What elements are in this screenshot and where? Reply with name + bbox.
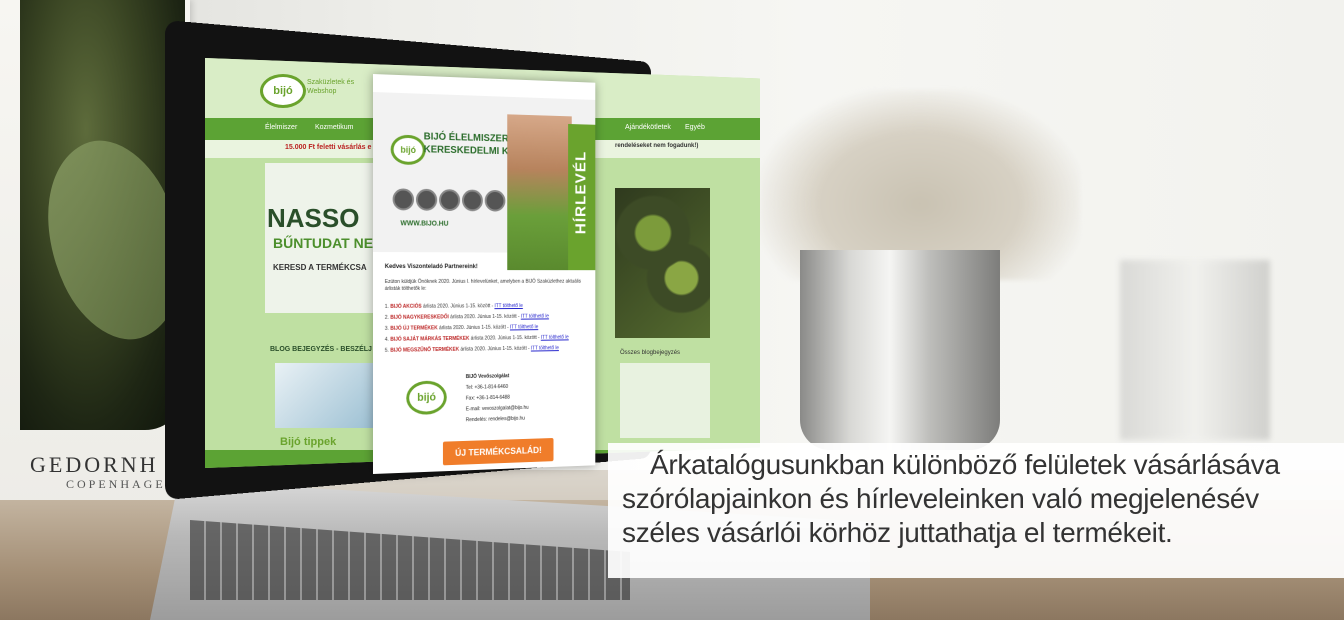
promo-text: 15.000 Ft feletti vásárlás e xyxy=(285,144,371,151)
item-name: BIJÓ ÚJ TERMÉKEK xyxy=(390,325,437,331)
item-text: árlista 2020. Június 1-15. között - xyxy=(469,335,540,342)
badge-icon xyxy=(416,189,437,211)
badge-icon xyxy=(485,190,506,212)
caption-line-1: Árkatalógusunkban különböző felületek vá… xyxy=(650,449,1280,481)
download-link[interactable]: ITT tölthető le xyxy=(531,345,559,351)
nav-item-elelmiszer[interactable]: Élelmiszer xyxy=(265,124,297,131)
award-badges xyxy=(393,188,508,211)
poster-brand: GEDORNH xyxy=(30,452,159,478)
item-name: BIJÓ MEGSZŰNŐ TERMÉKEK xyxy=(390,347,459,354)
caption-line-3: széles vásárlói körhöz juttathatja el te… xyxy=(622,517,1173,549)
item-text: árlista 2020. Június 1-15. között - xyxy=(422,303,495,309)
download-link[interactable]: ITT tölthető le xyxy=(494,303,522,309)
framed-poster: GEDORNH COPENHAGEN xyxy=(0,0,190,560)
newsletter-popup: bijó BIJÓ ÉLELMISZER KERESKEDELMI KFT. W… xyxy=(373,74,595,474)
site-logo[interactable]: bijó xyxy=(260,74,306,108)
poster-artwork xyxy=(20,0,185,430)
item-number: 1. xyxy=(385,304,389,310)
site-tagline: Szaküzletek és Webshop xyxy=(307,78,367,96)
download-link[interactable]: ITT tölthető le xyxy=(510,324,538,330)
newsletter-banner: bijó BIJÓ ÉLELMISZER KERESKEDELMI KFT. W… xyxy=(373,92,595,253)
silver-pot xyxy=(800,250,1000,450)
nav-item-egyeb[interactable]: Egyéb xyxy=(685,124,705,131)
poster-city: COPENHAGEN xyxy=(66,477,177,492)
newsletter-logo: bijó xyxy=(391,134,426,165)
nav-item-ajandek[interactable]: Ajándékötletek xyxy=(625,124,671,131)
all-posts-link[interactable]: Összes blogbejegyzés xyxy=(620,350,680,356)
item-name: BIJÓ AKCIÓS xyxy=(390,304,421,310)
caption-line-2: szórólapjainkon és hírleveleinken való m… xyxy=(622,483,1259,515)
vertical-label: HÍRLEVÉL xyxy=(574,128,590,257)
item-text: árlista 2020. Június 1-15. között - xyxy=(438,325,510,332)
blog-image[interactable] xyxy=(275,363,375,428)
newsletter-label: HÍRLEVÉL xyxy=(568,124,595,270)
badge-icon xyxy=(393,188,414,210)
list-item: 5. BIJÓ MEGSZŰNŐ TERMÉKEK árlista 2020. … xyxy=(385,343,592,357)
greeting: Kedves Viszonteladó Partnereink! xyxy=(385,264,478,270)
caption-box: Árkatalógusunkban különböző felületek vá… xyxy=(608,443,1344,578)
hero-banner[interactable]: NASSO BŰNTUDAT NE KERESD A TERMÉKCSA xyxy=(265,163,385,313)
hero-cta-text: KERESD A TERMÉKCSA xyxy=(273,263,367,272)
item-name: BIJÓ NAGYKERESKEDŐI xyxy=(390,314,449,320)
item-text: árlista 2020. Június 1-15. között - xyxy=(449,314,521,320)
hero-title: NASSO xyxy=(267,203,359,234)
model-photo xyxy=(507,114,572,270)
company-name-line1: BIJÓ ÉLELMISZER xyxy=(424,131,509,144)
blurred-vase xyxy=(1120,260,1270,440)
order-link[interactable]: Rendelés: rendeles@bijo.hu xyxy=(466,414,529,427)
photo-scene: GEDORNH COPENHAGEN bijó Szaküzletek és W… xyxy=(0,0,1344,620)
product-thumbnail[interactable] xyxy=(620,363,710,438)
new-product-family-button[interactable]: ÚJ TERMÉKCSALÁD! xyxy=(443,438,554,465)
item-name: BIJÓ SAJÁT MÁRKÁS TERMÉKEK xyxy=(390,336,469,343)
badge-icon xyxy=(439,189,460,211)
blog-title[interactable]: Bijó tippek xyxy=(280,436,336,448)
badge-icon xyxy=(462,189,483,211)
download-link[interactable]: ITT tölthető le xyxy=(521,314,549,320)
download-link[interactable]: ITT tölthető le xyxy=(541,335,569,341)
blog-heading: BLOG BEJEGYZÉS - BESZÉLJ xyxy=(270,346,372,353)
intro-text: Ezúton küldjük Önöknek 2020. Június I. h… xyxy=(385,279,583,293)
website-link[interactable]: WWW.BIJO.HU xyxy=(400,220,448,227)
contact-block: BIJÓ Vevőszolgálat Tel: +36-1-814-6460 F… xyxy=(466,371,529,426)
nav-item-kozmetikum[interactable]: Kozmetikum xyxy=(315,124,354,131)
pricelist-links: 1. BIJÓ AKCIÓS árlista 2020. Június 1-15… xyxy=(385,301,592,357)
footer-logo: bijó xyxy=(406,380,446,415)
order-notice: rendeléseket nem fogadunk!) xyxy=(615,143,698,149)
item-number: 5. xyxy=(385,348,389,354)
item-number: 4. xyxy=(385,337,389,343)
hero-subtitle: BŰNTUDAT NE xyxy=(273,235,373,251)
item-number: 2. xyxy=(385,315,389,321)
item-number: 3. xyxy=(385,326,389,332)
matcha-image[interactable] xyxy=(615,188,710,338)
item-text: árlista 2020. Június 1-15. között - xyxy=(459,346,531,353)
